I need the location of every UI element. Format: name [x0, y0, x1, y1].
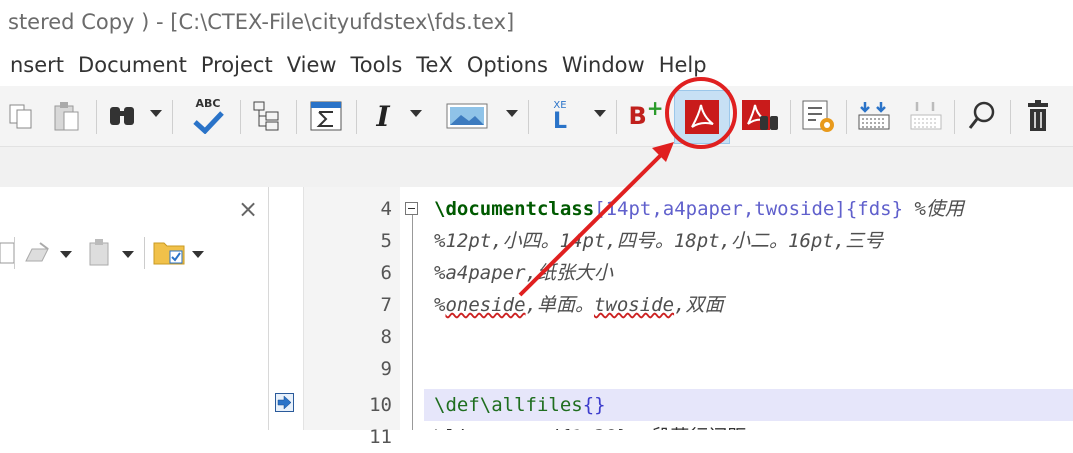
current-line-arrow-icon	[275, 393, 294, 412]
line-number: 5	[380, 230, 392, 252]
settings-button[interactable]	[798, 94, 838, 138]
xelatex-l-label: L	[552, 108, 568, 134]
find-button[interactable]	[106, 94, 140, 138]
line-number: 7	[380, 294, 392, 316]
pane-folder-dropdown[interactable]	[192, 251, 204, 258]
structure-button[interactable]	[250, 94, 284, 138]
pdf-search-button[interactable]	[738, 94, 782, 138]
menu-window[interactable]: Window	[555, 53, 652, 77]
line-number: 6	[380, 262, 392, 284]
menu-bar: nsert Document Project View Tools TeX Op…	[0, 44, 1073, 86]
code-line-6: %a4paper,纸张大小	[434, 262, 613, 284]
check-mark-icon	[193, 111, 224, 134]
menu-tools[interactable]: Tools	[344, 53, 410, 77]
pane-folder-icon[interactable]	[152, 237, 188, 267]
copy-icon	[9, 104, 32, 129]
image-icon	[446, 103, 488, 129]
plus-icon: +	[646, 96, 664, 120]
line-number: 9	[380, 358, 392, 380]
italic-button[interactable]: I	[366, 94, 400, 138]
bibtex-button[interactable]: B +	[626, 94, 666, 138]
code-editor[interactable]: \documentclass[14pt,a4paper,twoside]{fds…	[424, 187, 1073, 430]
fold-column	[400, 187, 424, 430]
paste-icon	[54, 102, 79, 131]
math-sigma-icon	[310, 101, 342, 131]
trash-icon	[1028, 100, 1048, 131]
pdf-button[interactable]	[674, 90, 730, 144]
code-line-11: \linespread{1.38} %段落行间距	[434, 421, 746, 430]
menu-view[interactable]: View	[280, 53, 344, 77]
image-dropdown[interactable]	[506, 110, 518, 117]
menu-help[interactable]: Help	[652, 53, 714, 77]
search-button[interactable]	[962, 94, 1002, 138]
bibtex-icon: B	[628, 102, 647, 130]
menu-document[interactable]: Document	[71, 53, 194, 77]
fold-toggle-icon[interactable]	[405, 202, 419, 216]
code-line-4: \documentclass[14pt,a4paper,twoside]{fds…	[434, 198, 964, 220]
compile-icon	[858, 102, 890, 130]
pane-clipboard-icon[interactable]	[86, 237, 114, 267]
italic-icon: I	[376, 99, 390, 133]
math-button[interactable]	[306, 94, 346, 138]
xelatex-button[interactable]: XE L	[540, 94, 580, 138]
line-number: 10	[369, 394, 392, 416]
xelatex-dropdown[interactable]	[594, 110, 606, 117]
compile-all-icon	[910, 102, 942, 130]
spellcheck-button[interactable]: ABC	[188, 94, 228, 138]
menu-insert[interactable]: nsert	[0, 53, 71, 77]
compile-button[interactable]	[854, 94, 894, 138]
spellcheck-icon: ABC	[195, 97, 221, 110]
find-dropdown[interactable]	[150, 110, 162, 117]
pane-open-icon[interactable]	[22, 239, 54, 267]
marker-column	[269, 187, 304, 430]
pdf-search-icon	[742, 100, 778, 130]
paste-button[interactable]	[50, 94, 82, 138]
italic-dropdown[interactable]	[410, 110, 422, 117]
image-button[interactable]	[442, 94, 494, 138]
menu-options[interactable]: Options	[460, 53, 555, 77]
code-line-7: %oneside,单面。twoside,双面	[434, 294, 724, 316]
structure-icon	[253, 101, 279, 131]
search-icon	[968, 101, 995, 129]
find-icon	[110, 107, 134, 125]
pane-open-dropdown[interactable]	[60, 251, 72, 258]
copy-button[interactable]	[6, 94, 36, 138]
code-line-5: %12pt,小四。14pt,四号。18pt,小二。16pt,三号	[434, 230, 884, 252]
secondary-toolbar	[0, 146, 1073, 188]
pdf-icon	[685, 100, 719, 134]
pane-clipboard-dropdown[interactable]	[122, 251, 134, 258]
settings-icon	[802, 100, 834, 132]
menu-project[interactable]: Project	[194, 53, 280, 77]
line-number: 11	[369, 426, 392, 448]
menu-tex[interactable]: TeX	[409, 53, 460, 77]
line-number: 4	[380, 198, 392, 220]
code-line-10: \def\allfiles{}	[434, 394, 606, 416]
pane-toolbar	[0, 231, 268, 275]
pane-close-button[interactable]: ×	[238, 195, 258, 223]
structure-pane: ×	[0, 187, 269, 430]
toolbar: ABC I XE L B +	[0, 86, 1073, 146]
compile-all-button[interactable]	[906, 94, 946, 138]
line-number: 8	[380, 326, 392, 348]
line-number-gutter: 4 5 6 7 8 9 10 11	[304, 187, 400, 448]
window-title: stered Copy ) - [C:\CTEX-File\cityufdste…	[0, 0, 1073, 44]
delete-button[interactable]	[1018, 94, 1058, 138]
